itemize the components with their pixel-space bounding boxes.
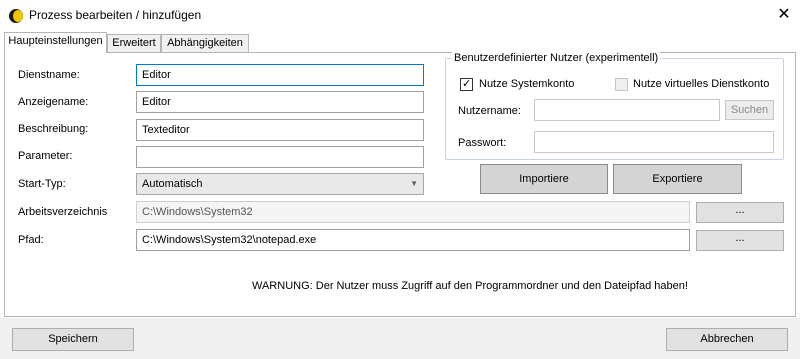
path-label: Pfad:: [18, 234, 44, 246]
save-button[interactable]: Speichern: [12, 328, 134, 351]
export-button[interactable]: Exportiere: [613, 164, 742, 194]
footer-bar: Speichern Abbrechen: [0, 318, 800, 359]
start-type-label: Start-Typ:: [18, 178, 66, 190]
parameters-label: Parameter:: [18, 150, 73, 162]
custom-user-group: Benutzerdefinierter Nutzer (experimentel…: [445, 52, 784, 160]
use-virtual-account-label: Nutze virtuelles Dienstkonto: [633, 78, 770, 90]
username-label: Nutzername:: [458, 105, 521, 117]
use-system-account-checkbox[interactable]: [460, 77, 473, 91]
username-input[interactable]: [534, 99, 720, 121]
close-icon[interactable]: ✕: [773, 4, 795, 26]
working-dir-browse-button[interactable]: ...: [696, 202, 784, 223]
use-virtual-account-checkbox[interactable]: [615, 78, 628, 91]
password-label: Passwort:: [458, 137, 507, 149]
search-user-button[interactable]: Suchen: [725, 100, 774, 120]
chevron-down-icon: ▼: [410, 179, 418, 188]
parameters-input[interactable]: [136, 146, 424, 168]
title-bar: Prozess bearbeiten / hinzufügen ✕: [0, 0, 800, 30]
warning-text: WARNUNG: Der Nutzer muss Zugriff auf den…: [252, 280, 688, 292]
tab-erweitert[interactable]: Erweitert: [107, 34, 161, 52]
import-button[interactable]: Importiere: [480, 164, 608, 194]
cancel-button[interactable]: Abbrechen: [666, 328, 788, 351]
password-input[interactable]: [534, 131, 774, 153]
tab-panel-main: Dienstname: Editor Anzeigename: Editor B…: [4, 52, 796, 317]
service-name-label: Dienstname:: [18, 69, 80, 81]
service-name-input[interactable]: Editor: [136, 64, 424, 86]
working-dir-label: Arbeitsverzeichnis: [18, 206, 108, 218]
tab-abhaengigkeiten[interactable]: Abhängigkeiten: [161, 34, 249, 52]
description-input[interactable]: Texteditor: [136, 119, 424, 141]
custom-user-group-title: Benutzerdefinierter Nutzer (experimentel…: [452, 52, 661, 64]
start-type-value: Automatisch: [142, 178, 203, 190]
display-name-input[interactable]: Editor: [136, 91, 424, 113]
window-title: Prozess bearbeiten / hinzufügen: [29, 8, 202, 22]
display-name-label: Anzeigename:: [18, 96, 89, 108]
path-input[interactable]: C:\Windows\System32\notepad.exe: [136, 229, 690, 251]
tab-haupteinstellungen[interactable]: Haupteinstellungen: [4, 32, 107, 53]
start-type-select[interactable]: Automatisch ▼: [136, 173, 424, 195]
use-system-account-label: Nutze Systemkonto: [479, 78, 575, 90]
working-dir-input[interactable]: C:\Windows\System32: [136, 201, 690, 223]
description-label: Beschreibung:: [18, 123, 89, 135]
app-icon: [9, 9, 23, 23]
path-browse-button[interactable]: ...: [696, 230, 784, 251]
